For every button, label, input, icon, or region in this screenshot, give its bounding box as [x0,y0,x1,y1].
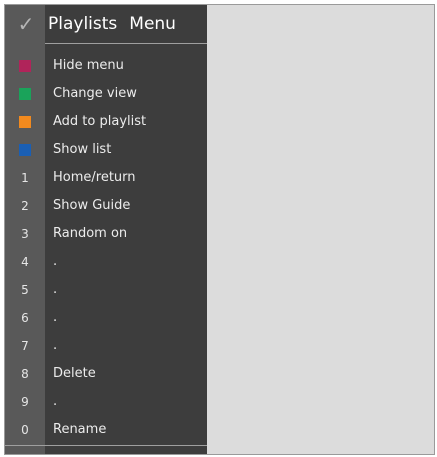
menu-item-hide-menu[interactable]: Hide menu [5,52,207,80]
number-key: 7 [21,339,29,353]
menu-item-label: Rename [53,422,107,437]
menu-item-change-view[interactable]: Change view [5,80,207,108]
menu-title-playlists: Playlists [48,14,118,34]
menu-item-label: . [53,310,58,325]
menu-item-key-5[interactable]: 5. [5,276,207,304]
menu-item-home-return[interactable]: 1 Home/return [5,164,207,192]
color-key [5,80,45,108]
menu-item-show-list[interactable]: Show list [5,136,207,164]
menu-item-show-guide[interactable]: 2 Show Guide [5,192,207,220]
number-key: 4 [21,255,29,269]
number-key: 9 [21,395,29,409]
number-key: 8 [21,367,29,381]
menu-item-add-to-playlist[interactable]: Add to playlist [5,108,207,136]
menu-item-label: Show list [53,142,112,157]
menu-header: ✓ Playlists Menu [5,5,207,43]
number-key: 0 [21,423,29,437]
menu-item-key-7[interactable]: 7. [5,332,207,360]
tv-screen: ✓ Playlists Menu Hide menu Change view Add … [4,4,435,455]
color-swatch-icon [19,88,31,100]
number-key: 3 [21,227,29,241]
menu-item-label: Hide menu [53,58,124,73]
number-key: 6 [21,311,29,325]
number-key: 1 [21,171,29,185]
menu-item-rename[interactable]: 0 Rename [5,416,207,444]
color-key [5,52,45,80]
menu-item-key-6[interactable]: 6. [5,304,207,332]
menu-title-menu: Menu [129,14,176,34]
color-swatch-icon [19,60,31,72]
menu-title: Playlists Menu [48,13,176,35]
menu-item-label: . [53,282,58,297]
menu-item-delete[interactable]: 8 Delete [5,360,207,388]
color-key [5,108,45,136]
menu-list: Hide menu Change view Add to playlist Show … [5,52,207,444]
menu-item-label: . [53,338,58,353]
menu-item-key-9[interactable]: 9. [5,388,207,416]
menu-item-label: Delete [53,366,96,381]
menu-item-label: . [53,254,58,269]
check-icon: ✓ [17,12,35,36]
menu-item-label: Show Guide [53,198,131,213]
bottom-divider [5,445,207,446]
menu-item-random-on[interactable]: 3 Random on [5,220,207,248]
menu-item-label: Change view [53,86,137,101]
color-swatch-icon [19,144,31,156]
color-swatch-icon [19,116,31,128]
menu-item-label: . [53,394,58,409]
color-key [5,136,45,164]
menu-item-label: Home/return [53,170,136,185]
number-key: 5 [21,283,29,297]
menu-item-label: Add to playlist [53,114,147,129]
header-divider [45,43,207,44]
menu-item-key-4[interactable]: 4. [5,248,207,276]
menu-item-label: Random on [53,226,128,241]
playlists-menu-panel: ✓ Playlists Menu Hide menu Change view Add … [5,5,207,454]
number-key: 2 [21,199,29,213]
